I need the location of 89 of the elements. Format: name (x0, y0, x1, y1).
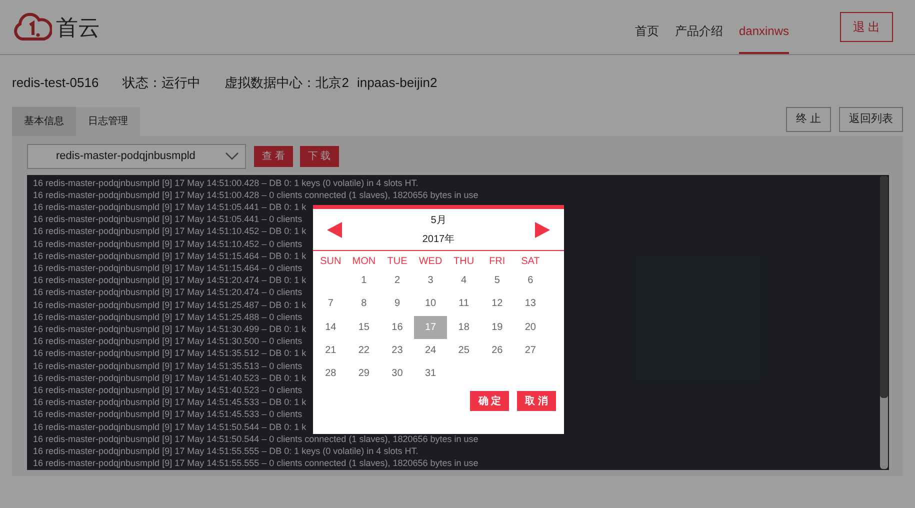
log-line: 16 redis-master-podqjnbusmpld [9] 17 May 14:51:30.499 – DB 0: 1 k (33, 322, 306, 336)
calendar-day[interactable]: 18 (447, 316, 480, 339)
weekday-header: MON (351, 255, 377, 269)
calendar-day[interactable]: 2 (380, 269, 414, 292)
calendar-day[interactable]: 23 (380, 338, 414, 362)
calendar-day[interactable]: 16 (380, 316, 414, 339)
log-line: 16 redis-master-podqjnbusmpld [9] 17 May 14:51:25.488 – 0 clients (33, 310, 302, 323)
weekday-header: SUN (319, 255, 342, 269)
weekday-header: SAT (520, 255, 541, 269)
log-line: 16 redis-master-podqjnbusmpld [9] 17 May 14:51:35.513 – 0 clients (33, 360, 302, 372)
action-button[interactable]: 终 止 (786, 107, 831, 132)
calendar-day[interactable]: 1 (347, 269, 381, 292)
scrollbar-thumb[interactable] (880, 176, 888, 398)
log-line: 16 redis-master-podqjnbusmpld [9] 17 May 14:51:00.428 – 0 clients connected (1 slaves), 1820656 bytes in use (33, 188, 478, 201)
calendar-day[interactable]: 7 (314, 292, 348, 316)
log-line: 16 redis-master-podqjnbusmpld [9] 17 May 14:51:40.523 – 0 clients (33, 384, 302, 396)
calendar-day[interactable]: 20 (514, 316, 548, 339)
datacenter-label: 虚拟数据中心： (224, 74, 316, 92)
calendar-day[interactable]: 13 (514, 292, 548, 316)
log-line: 16 redis-master-podqjnbusmpld [9] 17 May 14:51:15.464 – 0 clients (33, 262, 302, 274)
instance-name: redis-test-0516 (12, 74, 99, 92)
toolbar-button[interactable]: 查 看 (254, 146, 293, 166)
calendar-year: 2017年 (421, 232, 456, 246)
log-line: 16 redis-master-podqjnbusmpld [9] 17 May 14:51:20.474 – 0 clients (33, 286, 302, 299)
log-line: 16 redis-master-podqjnbusmpld [9] 17 May 14:51:00.428 – DB 0: 1 keys (0 volatile) in 4 slots HT. (33, 176, 418, 189)
log-line: 16 redis-master-podqjnbusmpld [9] 17 May 14:51:10.452 – 0 clients (33, 238, 302, 250)
calendar-day[interactable]: 6 (514, 269, 548, 292)
toolbar-button[interactable]: 下 载 (300, 146, 339, 166)
log-line: 16 redis-master-podqjnbusmpld [9] 17 May 14:51:55.555 – 0 clients connected (1 slaves), 1820656 bytes in use (33, 457, 478, 470)
log-line: 16 redis-master-podqjnbusmpld [9] 17 May 14:51:05.441 – DB 0: 1 k (33, 200, 306, 214)
calendar-day[interactable]: 27 (514, 338, 548, 362)
cancel-button[interactable]: 取 消 (517, 391, 556, 412)
log-line: 16 redis-master-podqjnbusmpld [9] 17 May 14:51:40.523 – DB 0: 1 k (33, 372, 306, 384)
cloud-logo-icon (12, 12, 52, 42)
nav-link[interactable]: 产品介绍 (674, 22, 723, 54)
calendar-day[interactable]: 5 (480, 269, 514, 292)
weekday-header: THU (452, 255, 476, 269)
log-line: 16 redis-master-podqjnbusmpld [9] 17 May 14:51:15.464 – DB 0: 1 k (33, 250, 306, 262)
weekday-header: WED (418, 255, 444, 269)
calendar-day[interactable]: 26 (480, 338, 514, 362)
calendar-day[interactable]: 22 (347, 338, 381, 362)
chevron-down-icon (225, 152, 239, 160)
calendar-day[interactable]: 8 (347, 292, 381, 316)
log-line: 16 redis-master-podqjnbusmpld [9] 17 May 14:51:35.512 – DB 0: 1 k (33, 347, 306, 360)
calendar-day[interactable]: 30 (380, 362, 414, 386)
calendar-day[interactable]: 31 (414, 362, 448, 386)
calendar-day[interactable]: 28 (314, 362, 348, 386)
calendar-day[interactable]: 12 (480, 292, 514, 316)
log-line: 16 redis-master-podqjnbusmpld [9] 17 May 14:51:45.533 – 0 clients (33, 408, 302, 421)
log-line: 16 redis-master-podqjnbusmpld [9] 17 May 14:51:10.452 – DB 0: 1 k (33, 225, 306, 238)
weekday-header: FRI (488, 255, 506, 269)
calendar-day[interactable]: 19 (480, 316, 514, 339)
next-month-icon[interactable] (535, 222, 550, 238)
tab[interactable]: 基本信息 (12, 106, 76, 136)
calendar-day[interactable]: 11 (447, 292, 480, 316)
datacenter-id: inpaas-beijin2 (356, 74, 438, 92)
status-label: 状态： (122, 74, 162, 92)
datacenter-name: 北京2 (316, 74, 349, 92)
calendar-day[interactable]: 25 (447, 338, 480, 362)
tab[interactable]: 日志管理 (76, 106, 140, 136)
calendar-day[interactable]: 10 (414, 292, 448, 316)
calendar-day[interactable]: 4 (447, 269, 480, 292)
calendar-day[interactable]: 24 (414, 338, 448, 362)
log-line: 16 redis-master-podqjnbusmpld [9] 17 May 14:51:50.544 – DB 0: 1 k (33, 420, 306, 433)
nav-link[interactable]: 首页 (634, 22, 659, 54)
logout-button[interactable]: 退 出 (840, 12, 893, 42)
logo-text: 首云 (56, 14, 100, 42)
log-line: 16 redis-master-podqjnbusmpld [9] 17 May 14:51:25.487 – DB 0: 1 k (33, 298, 306, 311)
calendar-month: 5月 (430, 214, 448, 228)
action-button[interactable]: 返回列表 (839, 107, 903, 132)
status-value: 运行中 (162, 74, 201, 92)
scrollbar-track[interactable] (880, 176, 888, 468)
confirm-button[interactable]: 确 定 (470, 391, 510, 412)
calendar-day[interactable]: 14 (314, 316, 348, 339)
log-line: 16 redis-master-podqjnbusmpld [9] 17 May 14:51:30.500 – 0 clients (33, 335, 302, 348)
calendar-day[interactable]: 9 (380, 292, 414, 316)
log-line: 16 redis-master-podqjnbusmpld [9] 17 May 14:51:05.441 – 0 clients (33, 213, 302, 226)
calendar-day[interactable]: 3 (414, 269, 448, 292)
log-line: 16 redis-master-podqjnbusmpld [9] 17 May 14:51:20.474 – DB 0: 1 k (33, 274, 306, 286)
log-line: 16 redis-master-podqjnbusmpld [9] 17 May 14:51:50.544 – 0 clients connected (1 slaves), 1820656 bytes in use (33, 432, 478, 445)
log-line: 16 redis-master-podqjnbusmpld [9] 17 May 14:51:45.533 – DB 0: 1 k (33, 396, 306, 408)
nav-link[interactable]: danxinws (738, 22, 789, 54)
previous-month-icon[interactable] (327, 222, 342, 238)
weekday-header: TUE (386, 255, 408, 269)
calendar-day[interactable]: 29 (347, 362, 381, 386)
calendar-day[interactable]: 21 (314, 338, 348, 362)
log-source-select[interactable]: redis-master-podqjnbusmpld (27, 144, 246, 168)
calendar-day[interactable]: 15 (347, 316, 381, 339)
log-line: 16 redis-master-podqjnbusmpld [9] 17 May 14:51:55.555 – DB 0: 1 keys (0 volatile) in 4 slots HT. (33, 444, 418, 458)
